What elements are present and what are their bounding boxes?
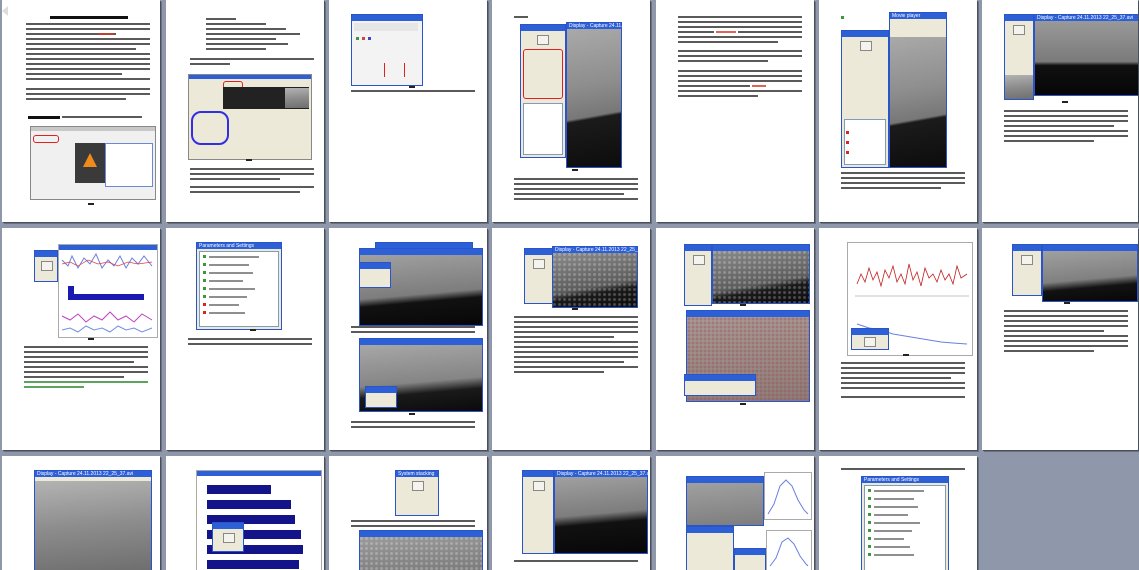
orange-logo-icon (83, 153, 97, 167)
page-thumbnail-4[interactable]: Display - Capture 24.11.2013 22_25_37.av… (492, 0, 650, 222)
window-title-movie: Movie player (892, 13, 921, 19)
page-thumbnail-16[interactable] (166, 456, 324, 570)
page-thumbnail-18[interactable]: Display - Capture 24.11.2013 22_25_37.av… (492, 456, 650, 570)
page-thumbnail-7[interactable]: Display - Capture 24.11.2013 22_25_37.av… (982, 0, 1138, 222)
page-thumbnail-10[interactable] (329, 228, 487, 450)
back-arrow-icon[interactable] (2, 6, 8, 16)
bar-6 (207, 560, 299, 569)
page-thumbnail-15[interactable]: Display - Capture 24.11.2013 22_25_37.av… (2, 456, 160, 570)
page-thumbnail-1[interactable] (2, 0, 160, 222)
page-thumbnail-8[interactable] (2, 228, 160, 450)
page-thumbnail-14[interactable] (982, 228, 1138, 450)
page-thumbnail-20[interactable]: Parameters and Settings (819, 456, 977, 570)
page-thumbnail-empty (982, 456, 1138, 570)
page-thumbnail-grid: Display - Capture 24.11.2013 22_25_37.av… (0, 0, 1139, 570)
page-thumbnail-17[interactable]: System stacking (329, 456, 487, 570)
page-thumbnail-19[interactable] (656, 456, 814, 570)
window-title-display: Display - Capture 24.11.2013 22_25_37.av… (37, 471, 134, 477)
page-thumbnail-3[interactable] (329, 0, 487, 222)
page-thumbnail-13[interactable] (819, 228, 977, 450)
curve-chart-preview-1 (767, 479, 809, 515)
window-title-parameters: Parameters and Settings (864, 477, 920, 483)
curve-chart-preview-2 (769, 537, 809, 567)
page-thumbnail-9[interactable]: Parameters and Settings (166, 228, 324, 450)
page-thumbnail-12[interactable] (656, 228, 814, 450)
bar-2 (207, 500, 291, 509)
page-thumbnail-2[interactable] (166, 0, 324, 222)
window-title-parameters: Parameters and Settings (199, 243, 255, 249)
page-thumbnail-11[interactable]: Display - Capture 24.11.2013 22_25_37.av… (492, 228, 650, 450)
window-title-stack: System stacking (398, 471, 435, 477)
bar-1 (207, 485, 271, 494)
page-thumbnail-5[interactable] (656, 0, 814, 222)
page-thumbnail-6[interactable]: Movie player (819, 0, 977, 222)
line-chart-preview (61, 252, 153, 333)
